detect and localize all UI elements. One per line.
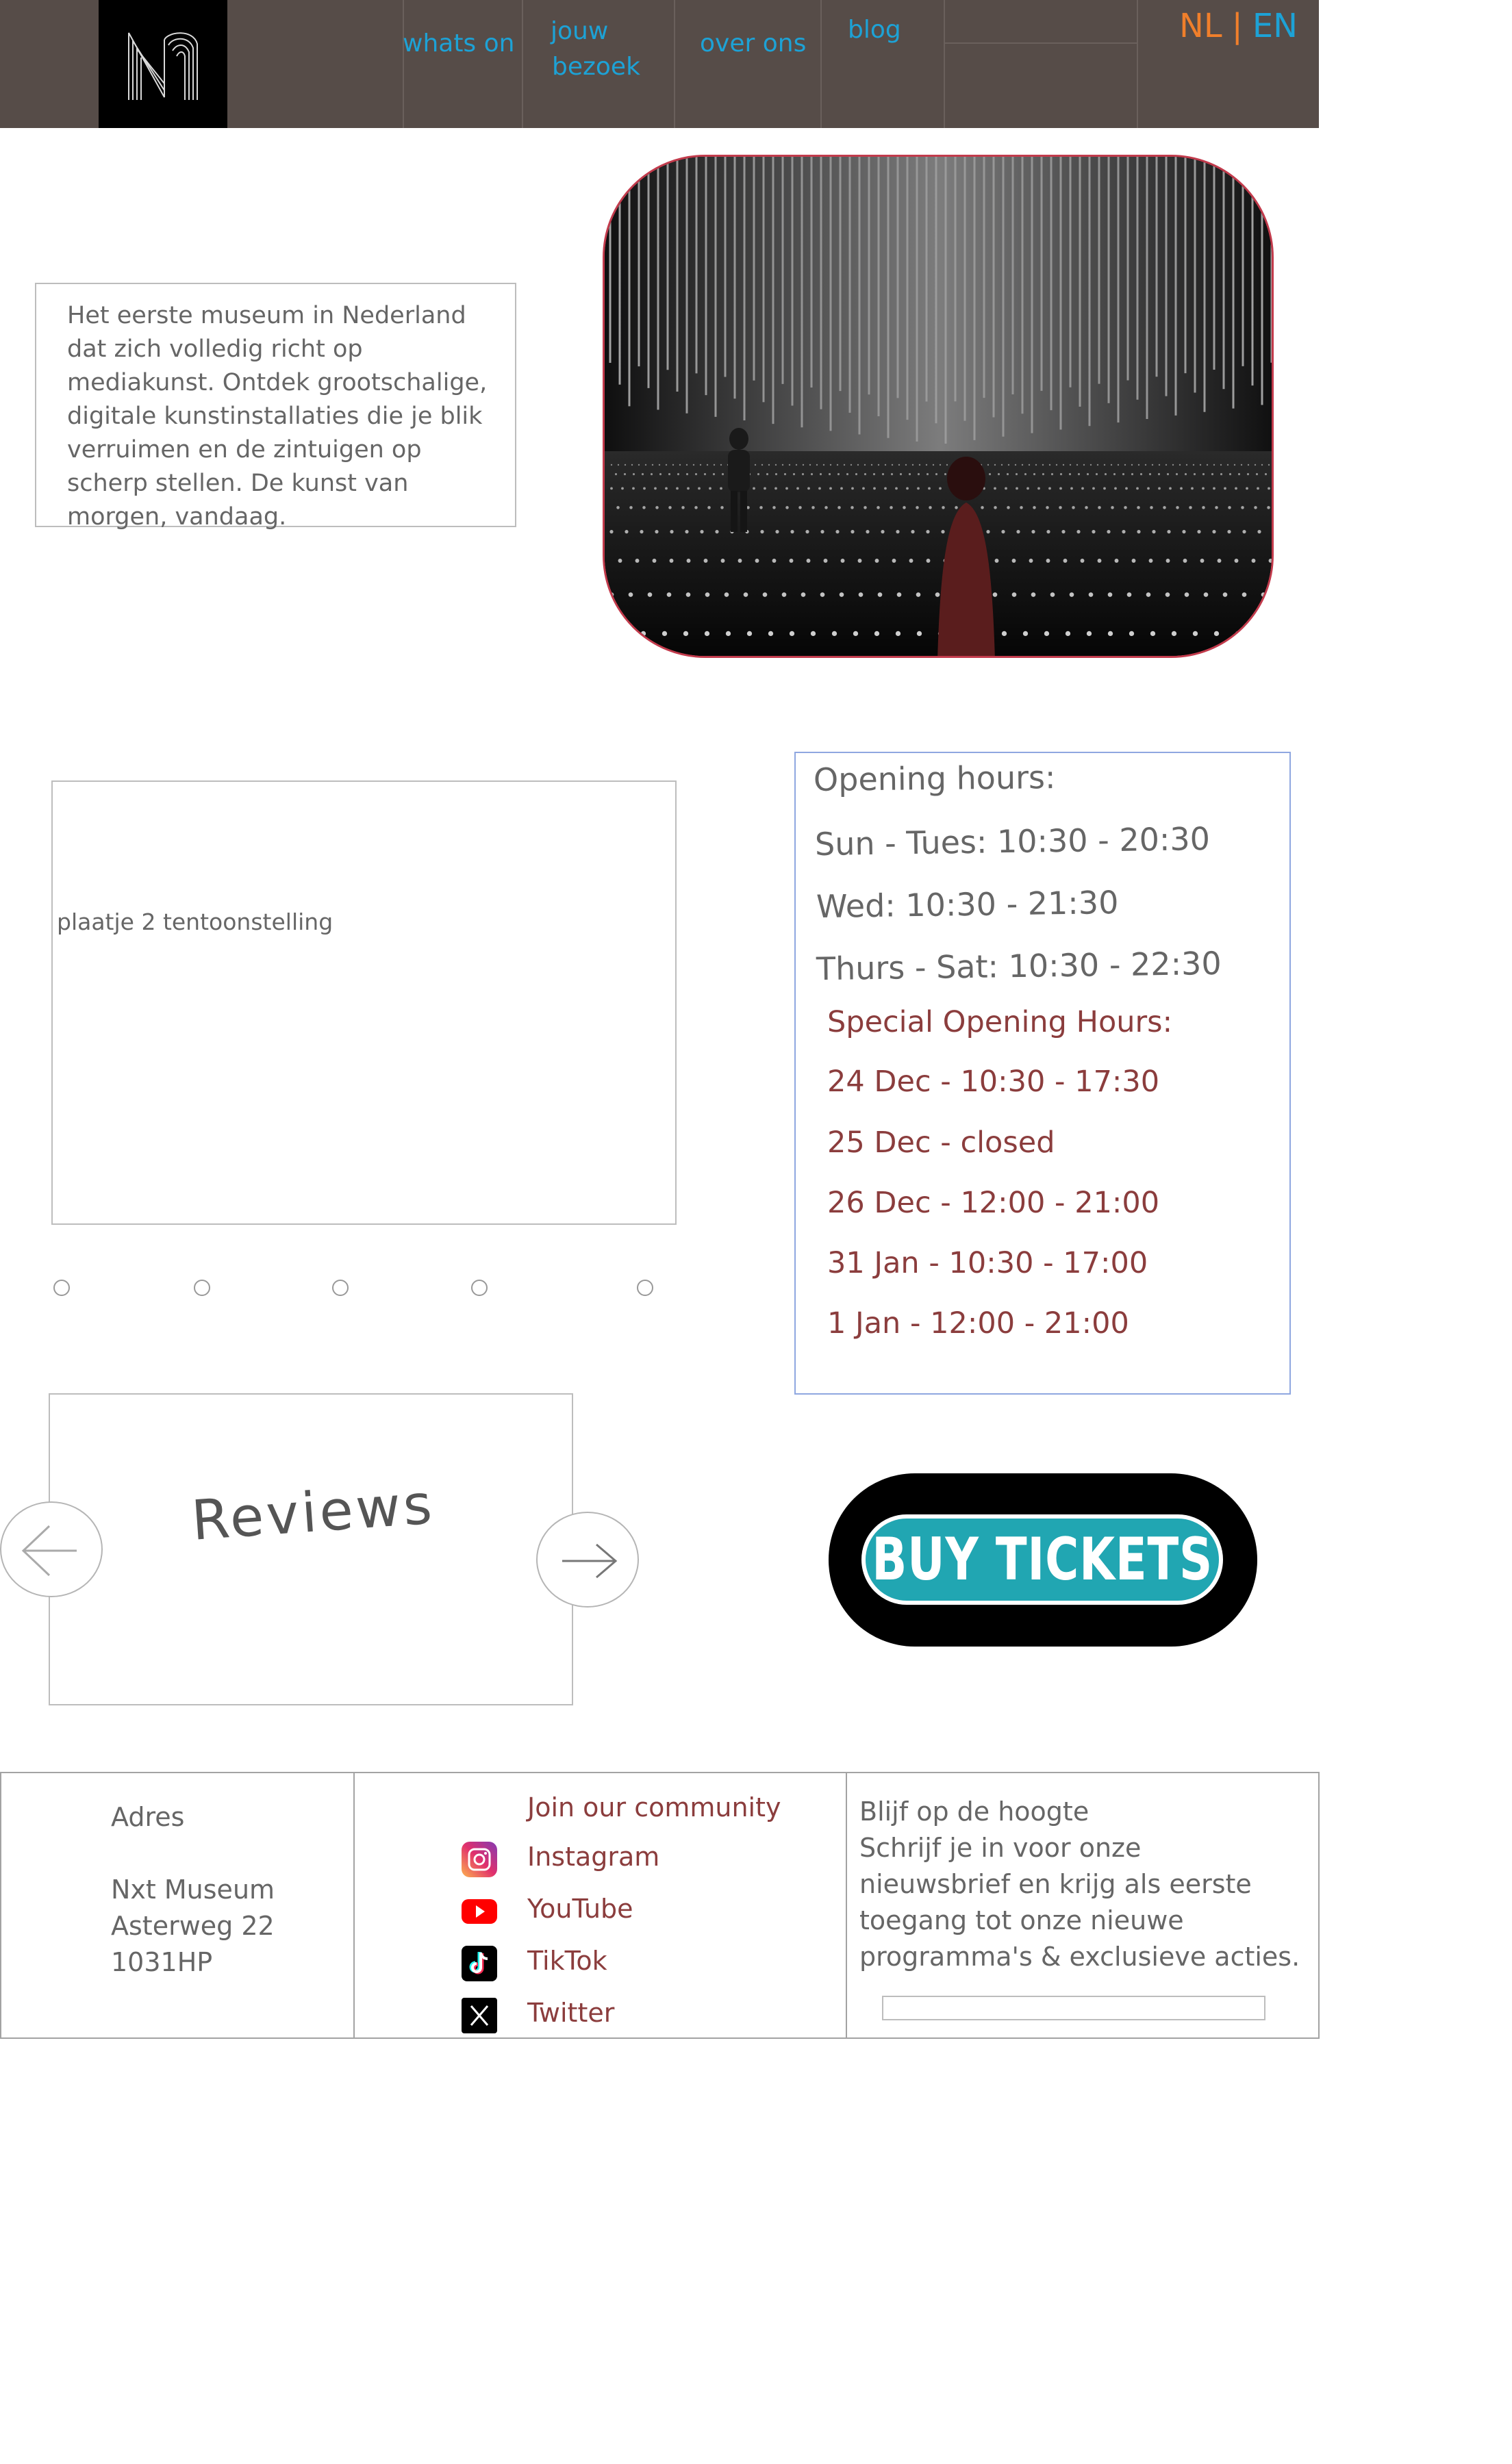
twitter-link[interactable]: Twitter bbox=[460, 1996, 614, 2037]
buy-tickets-label: BUY TICKETS bbox=[872, 1525, 1213, 1594]
community-heading: Join our community bbox=[527, 1792, 781, 1822]
tiktok-link[interactable]: TikTok bbox=[460, 1944, 607, 1985]
nav-divider bbox=[522, 0, 523, 128]
carousel-dot-2[interactable] bbox=[194, 1280, 210, 1296]
special-hours-25dec: 25 Dec - closed bbox=[827, 1126, 1055, 1160]
light-installation-image bbox=[605, 157, 1272, 656]
youtube-label: YouTube bbox=[527, 1894, 633, 1924]
buy-tickets-button[interactable]: BUY TICKETS bbox=[861, 1514, 1223, 1605]
special-hours-title: Special Opening Hours: bbox=[827, 1005, 1173, 1039]
nav-over-ons[interactable]: over ons bbox=[700, 26, 806, 62]
nav-divider bbox=[403, 0, 404, 128]
lang-en[interactable]: EN bbox=[1252, 7, 1298, 45]
reviews-prev-button[interactable] bbox=[0, 1501, 103, 1597]
opening-hours-title: Opening hours: bbox=[813, 759, 1056, 798]
footer-divider bbox=[846, 1772, 847, 2039]
newsletter-line3: nieuwsbrief en krijg als eerste bbox=[859, 1869, 1252, 1899]
nav-divider bbox=[674, 0, 675, 128]
footer-address-line3: 1031HP bbox=[111, 1947, 213, 1977]
nxt-museum-logo[interactable] bbox=[99, 0, 227, 128]
instagram-label: Instagram bbox=[527, 1842, 660, 1872]
reviews-next-button[interactable] bbox=[536, 1512, 639, 1608]
exhibition-placeholder-label: plaatje 2 tentoonstelling bbox=[57, 909, 333, 935]
carousel-dot-3[interactable] bbox=[332, 1280, 349, 1296]
arrow-left-icon bbox=[21, 1525, 77, 1577]
hours-wed: Wed: 10:30 - 21:30 bbox=[816, 883, 1119, 926]
nav-jouw-bezoek-line2[interactable]: bezoek bbox=[552, 49, 640, 85]
special-hours-26dec: 26 Dec - 12:00 - 21:00 bbox=[827, 1186, 1160, 1220]
arrow-right-icon bbox=[562, 1543, 618, 1579]
youtube-link[interactable]: YouTube bbox=[460, 1892, 633, 1933]
language-switcher: NL | EN bbox=[1179, 4, 1298, 48]
carousel-dot-1[interactable] bbox=[53, 1280, 70, 1296]
special-hours-24dec: 24 Dec - 10:30 - 17:30 bbox=[827, 1065, 1160, 1099]
x-twitter-icon bbox=[462, 1998, 497, 2033]
newsletter-line5: programma's & exclusieve acties. bbox=[859, 1942, 1300, 1972]
tiktok-label: TikTok bbox=[527, 1946, 607, 1976]
exhibition-image-placeholder: plaatje 2 tentoonstelling bbox=[51, 780, 677, 1225]
nav-divider bbox=[944, 42, 1137, 44]
footer-address-line2: Asterweg 22 bbox=[111, 1911, 275, 1941]
nav-whats-on[interactable]: whats on bbox=[403, 26, 514, 62]
hours-thurs-sat: Thurs - Sat: 10:30 - 22:30 bbox=[816, 944, 1222, 988]
special-hours-31jan: 31 Jan - 10:30 - 17:00 bbox=[827, 1246, 1148, 1280]
newsletter-line2: Schrijf je in voor onze bbox=[859, 1833, 1142, 1863]
carousel-dot-5[interactable] bbox=[637, 1280, 653, 1296]
newsletter-line1: Blijf op de hoogte bbox=[859, 1796, 1089, 1827]
newsletter-line4: toegang tot onze nieuwe bbox=[859, 1905, 1184, 1935]
nav-jouw-bezoek-line1[interactable]: jouw bbox=[551, 14, 608, 49]
reviews-box bbox=[49, 1393, 573, 1705]
nxt-logo-icon bbox=[128, 32, 198, 100]
nav-divider bbox=[1137, 0, 1138, 128]
intro-box: Het eerste museum in Nederland dat zich … bbox=[35, 283, 516, 531]
footer-address-heading: Adres bbox=[111, 1802, 185, 1832]
footer-divider bbox=[353, 1772, 355, 2039]
hours-sun-tues: Sun - Tues: 10:30 - 20:30 bbox=[814, 820, 1211, 863]
lang-separator: | bbox=[1231, 7, 1243, 45]
special-hours-1jan: 1 Jan - 12:00 - 21:00 bbox=[827, 1306, 1129, 1341]
carousel-dot-4[interactable] bbox=[471, 1280, 488, 1296]
intro-text: Het eerste museum in Nederland dat zich … bbox=[67, 302, 488, 531]
nav-blog[interactable]: blog bbox=[848, 12, 901, 48]
youtube-icon bbox=[462, 1899, 497, 1924]
tiktok-icon bbox=[462, 1946, 497, 1981]
nav-divider bbox=[944, 0, 945, 128]
footer-address-line1: Nxt Museum bbox=[111, 1875, 275, 1905]
twitter-label: Twitter bbox=[527, 1998, 615, 2028]
lang-nl[interactable]: NL bbox=[1179, 7, 1222, 45]
instagram-icon bbox=[462, 1842, 497, 1877]
instagram-link[interactable]: Instagram bbox=[460, 1840, 659, 1881]
hero-image bbox=[603, 155, 1274, 658]
newsletter-email-input[interactable] bbox=[882, 1996, 1265, 2020]
nav-divider bbox=[820, 0, 822, 128]
